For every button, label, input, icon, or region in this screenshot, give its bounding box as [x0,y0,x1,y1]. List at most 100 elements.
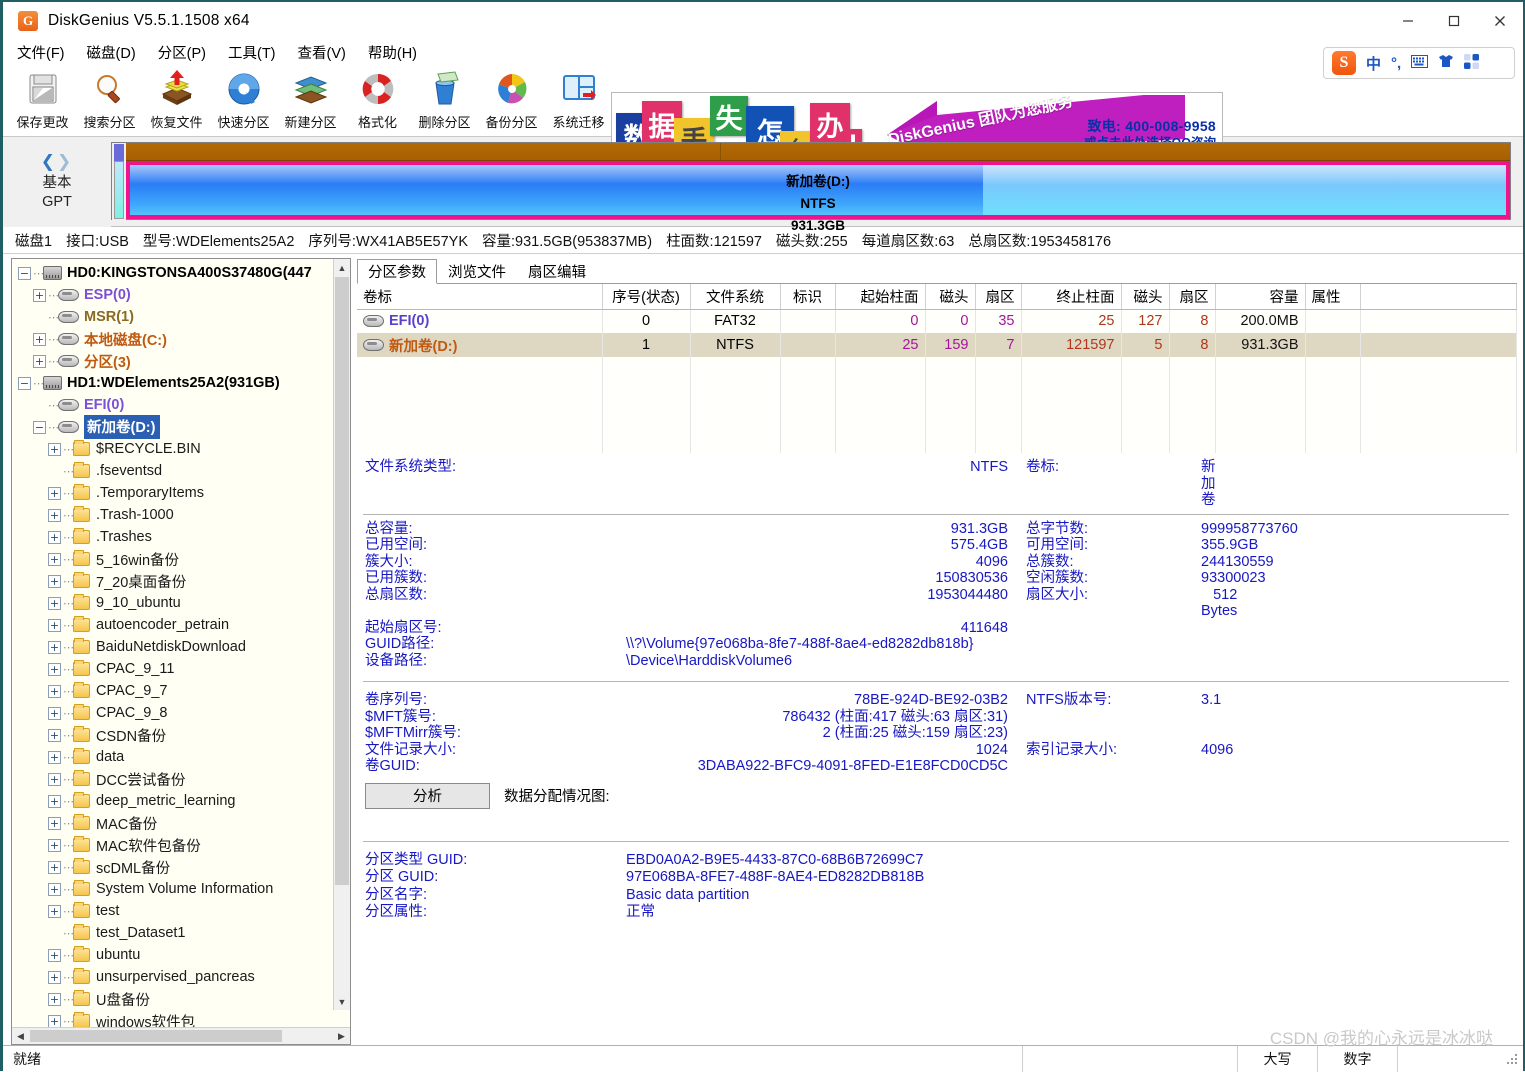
toolbar-recover-file[interactable]: 恢复文件 [143,65,210,135]
tree-item[interactable]: − ⋯ HD1:WDElements25A2(931GB) [18,372,350,394]
tree-expander-icon[interactable]: + [48,992,61,1006]
table-row[interactable]: 新加卷(D:) 1 NTFS 25 159 7 121597 5 8 931.3GB [357,333,1517,357]
tree-expander-icon[interactable]: + [48,596,61,610]
menu-tools[interactable]: 工具(T) [228,42,276,63]
tree-item[interactable]: − ⋯ HD0:KINGSTONSA400S37480G(447 [18,262,350,284]
toolbar-backup-partition[interactable]: 备份分区 [478,65,545,135]
tab-browse-files[interactable]: 浏览文件 [437,259,517,284]
minimize-button[interactable] [1385,2,1431,40]
menu-disk[interactable]: 磁盘(D) [87,42,136,63]
tree-item[interactable]: + ⋯ U盘备份 [18,988,350,1010]
tree-item[interactable]: + ⋯ data [18,746,350,768]
tree-item[interactable]: + ⋯ BaiduNetdiskDownload [18,636,350,658]
tree-horizontal-scrollbar[interactable]: ◀ ▶ [12,1027,350,1044]
maximize-button[interactable] [1431,2,1477,40]
tree-expander-icon[interactable]: − [18,266,31,280]
tree-expander-icon[interactable]: + [48,750,61,764]
nav-next-icon[interactable]: ❯ [57,152,73,171]
tree-item[interactable]: + ⋯ ubuntu [18,944,350,966]
toolbar-format[interactable]: 格式化 [344,65,411,135]
tree-item[interactable]: + ⋯ autoencoder_petrain [18,614,350,636]
tree-expander-icon[interactable]: + [48,838,61,852]
tree-item[interactable]: + ⋯ $RECYCLE.BIN [18,438,350,460]
tree-item[interactable]: + ⋯ DCC尝试备份 [18,768,350,790]
disk-nav-arrows[interactable]: ❮❯ [41,152,74,172]
efi-partition-block[interactable] [114,143,124,161]
menu-help[interactable]: 帮助(H) [368,42,417,63]
scroll-down-icon[interactable]: ▼ [334,993,350,1010]
tree-item[interactable]: + ⋯ 9_10_ubuntu [18,592,350,614]
tree-expander-icon[interactable]: − [33,420,46,434]
tree-item[interactable]: ⋯ test_Dataset1 [18,922,350,944]
tree-expander-icon[interactable]: + [48,948,61,962]
tree-expander-icon[interactable]: + [48,706,61,720]
nav-prev-icon[interactable]: ❮ [41,152,57,171]
col-filesystem[interactable]: 文件系统 [690,284,781,310]
close-button[interactable] [1477,2,1523,40]
tree-item[interactable]: ⋯ MSR(1) [18,306,350,328]
tree-expander-icon[interactable]: + [48,486,61,500]
toolbar-delete-partition[interactable]: 删除分区 [411,65,478,135]
menu-partition[interactable]: 分区(P) [158,42,206,63]
tree-expander-icon[interactable]: + [48,508,61,522]
tree-item[interactable]: + ⋯ 分区(3) [18,350,350,372]
tree-expander-icon[interactable]: + [48,552,61,566]
tree-expander-icon[interactable]: + [48,684,61,698]
menu-view[interactable]: 查看(V) [298,42,346,63]
tree-item[interactable]: + ⋯ ESP(0) [18,284,350,306]
tree-item[interactable]: + ⋯ 5_16win备份 [18,548,350,570]
col-flag[interactable]: 标识 [780,284,836,310]
tree-item[interactable]: + ⋯ CSDN备份 [18,724,350,746]
col-index-state[interactable]: 序号(状态) [602,284,691,310]
tree-expander-icon[interactable]: + [48,1014,61,1027]
tree-item[interactable]: − ⋯ 新加卷(D:) [18,415,350,439]
ime-punctuation-icon[interactable]: °, [1391,55,1401,72]
toolbar-save-changes[interactable]: 保存更改 [9,65,76,135]
tree-item[interactable]: ⋯ .fseventsd [18,460,350,482]
tree-item[interactable]: + ⋯ .Trashes [18,526,350,548]
tree-item[interactable]: + ⋯ CPAC_9_11 [18,658,350,680]
ime-apps-icon[interactable] [1464,53,1480,73]
col-end-cylinder[interactable]: 终止柱面 [1021,284,1122,310]
col-start-cylinder[interactable]: 起始柱面 [835,284,926,310]
scroll-left-icon[interactable]: ◀ [12,1028,29,1045]
tree-item[interactable]: + ⋯ scDML备份 [18,856,350,878]
tree-item[interactable]: + ⋯ deep_metric_learning [18,790,350,812]
col-volume-label[interactable]: 卷标 [357,284,603,310]
tree-item[interactable]: + ⋯ .TemporaryItems [18,482,350,504]
tree-item[interactable]: + ⋯ .Trash-1000 [18,504,350,526]
toolbar-system-migrate[interactable]: 系统迁移 [545,65,612,135]
tab-partition-params[interactable]: 分区参数 [357,259,437,284]
tree-expander-icon[interactable]: + [48,728,61,742]
tree-expander-icon[interactable]: + [48,794,61,808]
toolbar-new-partition[interactable]: 新建分区 [277,65,344,135]
tree-expander-icon[interactable]: + [48,442,61,456]
analyze-button[interactable]: 分析 [365,782,490,809]
col-end-sector[interactable]: 扇区 [1169,284,1216,310]
tree-item[interactable]: + ⋯ MAC备份 [18,812,350,834]
tab-sector-editor[interactable]: 扇区编辑 [517,259,597,284]
tree-expander-icon[interactable]: + [48,530,61,544]
tree-item[interactable]: + ⋯ CPAC_9_7 [18,680,350,702]
resize-grip-icon[interactable] [1505,1051,1519,1066]
scroll-up-icon[interactable]: ▲ [334,259,350,276]
tree-expander-icon[interactable]: + [33,332,46,346]
tree-expander-icon[interactable]: − [18,376,31,390]
tree-expander-icon[interactable]: + [48,640,61,654]
toolbar-search-partition[interactable]: 搜索分区 [76,65,143,135]
tree-expander-icon[interactable]: + [33,354,46,368]
tree-hscroll-thumb[interactable] [30,1030,282,1042]
tree-expander-icon[interactable]: + [48,882,61,896]
ime-skin-icon[interactable] [1438,54,1454,72]
tree-item[interactable]: ⋯ EFI(0) [18,394,350,416]
tree-expander-icon[interactable]: + [48,618,61,632]
tree-item[interactable]: + ⋯ System Volume Information [18,878,350,900]
tree-expander-icon[interactable]: + [48,574,61,588]
tree-expander-icon[interactable]: + [48,904,61,918]
tree-expander-icon[interactable]: + [48,816,61,830]
scroll-right-icon[interactable]: ▶ [333,1028,350,1045]
ime-toolbar[interactable]: S 中 °, [1323,47,1515,79]
tree-expander-icon[interactable]: + [33,288,46,302]
tree-item[interactable]: + ⋯ test [18,900,350,922]
ime-mode-label[interactable]: 中 [1366,53,1381,74]
